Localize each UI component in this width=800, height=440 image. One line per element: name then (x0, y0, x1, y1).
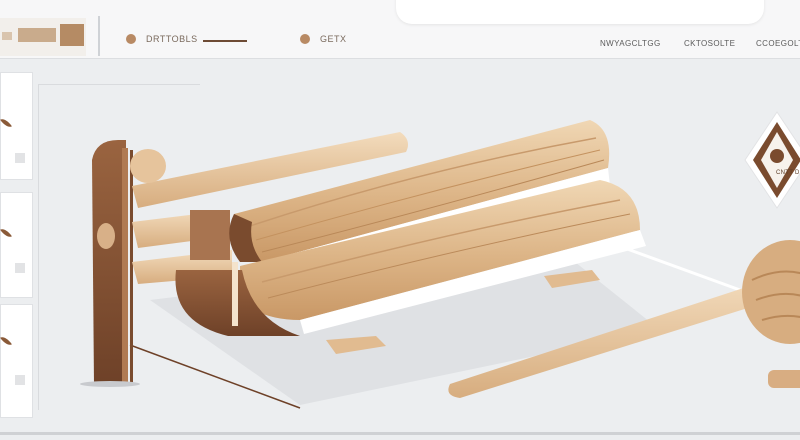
category-badge[interactable] (743, 110, 800, 210)
post-shadow (80, 381, 140, 387)
dowel-end (130, 149, 166, 183)
post-edge (130, 150, 133, 385)
wood-illustration (80, 120, 800, 409)
knot (97, 223, 115, 249)
wood-chip (768, 370, 800, 388)
post-edge (122, 148, 128, 386)
badge-label: CNTT D (776, 170, 800, 176)
bracket (190, 210, 230, 260)
wooden-disc (742, 240, 800, 344)
wooden-post (92, 140, 126, 385)
